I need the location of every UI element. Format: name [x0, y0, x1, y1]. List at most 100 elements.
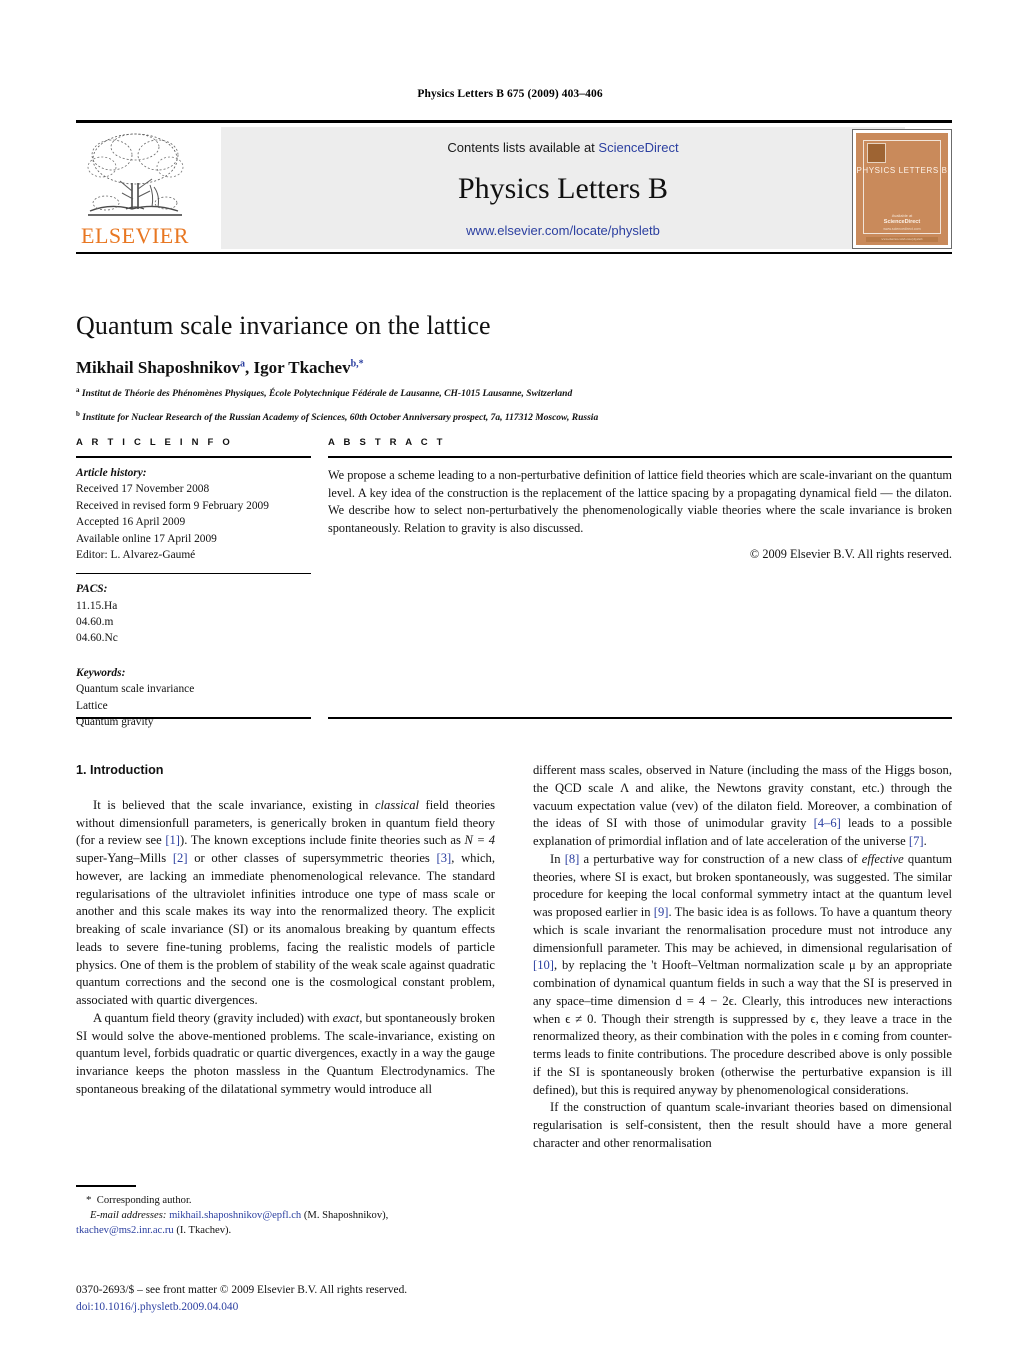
citation-ref[interactable]: [8]: [565, 852, 580, 866]
body-paragraph: If the construction of quantum scale-inv…: [533, 1099, 952, 1152]
sciencedirect-link[interactable]: ScienceDirect: [598, 140, 678, 155]
article-editor: Editor: L. Alvarez-Gaumé: [76, 549, 196, 562]
article-info-column: A R T I C L E I N F O Article history: R…: [76, 437, 311, 731]
text-run: or other classes of supersymmetric theor…: [187, 851, 437, 865]
affiliation-1: a Institut de Théorie des Phénomènes Phy…: [76, 385, 952, 402]
journal-name: Physics Letters B: [458, 171, 668, 205]
article-history-item: Accepted 16 April 2009: [76, 516, 186, 529]
citation-ref[interactable]: [10]: [533, 958, 554, 972]
body-paragraph: It is believed that the scale invariance…: [76, 797, 495, 1010]
citation-ref[interactable]: [1]: [165, 833, 180, 847]
text-run: , which, however, are lacking an immedia…: [76, 851, 495, 1007]
author-list: Mikhail Shaposhnikova, Igor Tkachevb,*: [76, 357, 364, 377]
article-info-bottom-rule: [76, 717, 311, 719]
body-column-left: 1. Introduction It is believed that the …: [76, 762, 495, 1099]
citation-ref[interactable]: [4–6]: [814, 816, 841, 830]
body-column-right: different mass scales, observed in Natur…: [533, 762, 952, 1153]
cover-foot-url: www.sciencedirect.com: [883, 226, 921, 231]
text-run-italic: classical: [374, 797, 420, 812]
text-run-italic: effective: [861, 851, 904, 866]
text-run: ). The known exceptions include finite t…: [180, 833, 465, 848]
text-run: If the construction of quantum scale-inv…: [533, 1100, 952, 1150]
cover-title: PHYSICS LETTERS B: [856, 165, 948, 175]
pacs-item: 04.60.Nc: [76, 632, 118, 645]
issn-frontmatter-line: 0370-2693/$ – see front matter © 2009 El…: [76, 1284, 408, 1296]
footnote-rule: [76, 1185, 136, 1187]
footnote-block: * Corresponding author. E-mail addresses…: [76, 1185, 495, 1238]
citation-ref[interactable]: [7]: [909, 834, 924, 848]
corresponding-author-note: * Corresponding author.: [76, 1193, 495, 1209]
article-info-rule: [76, 456, 311, 458]
cover-foot-available: Available at: [891, 212, 913, 218]
footnote-text: * Corresponding author. E-mail addresses…: [76, 1193, 495, 1239]
email-link-2[interactable]: tkachev@ms2.inr.ac.ru: [76, 1225, 174, 1236]
running-head: Physics Letters B 675 (2009) 403–406: [417, 88, 603, 100]
text-run: a perturbative way for construction of a…: [579, 851, 862, 866]
keywords-group: Keywords: Quantum scale invariance Latti…: [76, 665, 311, 731]
keyword-item: Lattice: [76, 699, 108, 712]
author-name-1: Mikhail Shaposhnikov: [76, 357, 240, 377]
affiliation-text-1: Institut de Théorie des Phénomènes Physi…: [81, 388, 573, 399]
article-history-group: Article history: Received 17 November 20…: [76, 465, 311, 564]
citation-ref[interactable]: [3]: [437, 851, 452, 865]
affiliation-2: b Institute for Nuclear Research of the …: [76, 409, 952, 426]
article-history-item: Received 17 November 2008: [76, 483, 210, 496]
masthead-top-rule: [76, 120, 952, 123]
text-run: super-Yang–Mills: [76, 851, 173, 865]
abstract-rule: [328, 456, 952, 458]
journal-banner: Contents lists available at ScienceDirec…: [221, 126, 905, 249]
pacs-label: PACS:: [76, 583, 108, 596]
text-run-italic: exact: [332, 1010, 360, 1025]
journal-cover-thumbnail[interactable]: PHYSICS LETTERS B Available at ScienceDi…: [852, 128, 952, 249]
cover-emblem-icon: [867, 142, 886, 163]
paper-title: Quantum scale invariance on the lattice: [76, 311, 491, 340]
article-history-label: Article history:: [76, 467, 147, 479]
elsevier-wordmark: ELSEVIER: [81, 222, 189, 248]
affiliation-text-2: Institute for Nuclear Research of the Ru…: [82, 412, 599, 423]
affiliation-mark-2: b: [76, 409, 80, 418]
contents-line: Contents lists available at ScienceDirec…: [221, 140, 905, 155]
abstract-text: We propose a scheme leading to a non-per…: [328, 468, 952, 536]
title-block: Quantum scale invariance on the lattice …: [76, 311, 952, 426]
email-addresses-label: E-mail addresses:: [90, 1210, 167, 1222]
email-line-1: E-mail addresses: mikhail.shaposhnikov@e…: [76, 1208, 495, 1223]
text-run: , by replacing the 't Hooft–Veltman norm…: [533, 958, 952, 1097]
text-run-math: N = 4: [464, 833, 495, 848]
email-owner-2: (I. Tkachev).: [176, 1225, 232, 1237]
keyword-item: Quantum scale invariance: [76, 683, 195, 696]
journal-masthead: ELSEVIER Contents lists available at Sci…: [76, 120, 952, 254]
elsevier-logo: ELSEVIER: [76, 127, 194, 249]
author-mark-2: b,*: [350, 357, 364, 369]
text-run: It is believed that the scale invariance…: [93, 797, 375, 812]
paper-page: Physics Letters B 675 (2009) 403–406 ELS…: [0, 0, 1020, 1351]
doi-link[interactable]: doi:10.1016/j.physletb.2009.04.040: [76, 1299, 536, 1316]
citation-ref[interactable]: [2]: [173, 851, 188, 865]
article-history-item: Available online 17 April 2009: [76, 532, 217, 545]
journal-url-link[interactable]: www.elsevier.com/locate/physletb: [221, 223, 905, 238]
article-history-item: Received in revised form 9 February 2009: [76, 499, 269, 512]
email-owner-1: (M. Shaposhnikov),: [303, 1210, 389, 1222]
email-link-1[interactable]: mikhail.shaposhnikov@epfl.ch: [169, 1210, 301, 1221]
cover-inner: PHYSICS LETTERS B Available at ScienceDi…: [856, 132, 948, 245]
cover-foot-sciencedirect: ScienceDirect: [883, 218, 921, 225]
text-run: In: [550, 851, 565, 866]
body-paragraph: In [8] a perturbative way for constructi…: [533, 851, 952, 1100]
pacs-group: PACS: 11.15.Ha 04.60.m 04.60.Nc: [76, 581, 311, 647]
keywords-label: Keywords:: [76, 666, 126, 679]
imprint-block: 0370-2693/$ – see front matter © 2009 El…: [76, 1282, 536, 1315]
pacs-item: 04.60.m: [76, 615, 114, 628]
abstract-heading: A B S T R A C T: [328, 437, 446, 448]
author-mark-1: a: [239, 357, 245, 369]
text-run: .: [923, 834, 927, 848]
author-name-2: Igor Tkachev: [253, 357, 351, 377]
affiliation-mark-1: a: [76, 385, 80, 394]
citation-ref[interactable]: [9]: [654, 905, 669, 919]
cover-bottom-bar: www.elsevier.com/locate/physletb: [866, 236, 938, 242]
masthead-bottom-rule: [76, 251, 952, 254]
elsevier-tree-icon: [87, 133, 184, 216]
body-paragraph: A quantum field theory (gravity included…: [76, 1010, 495, 1099]
body-paragraph: different mass scales, observed in Natur…: [533, 762, 952, 851]
asterisk-icon: *: [86, 1193, 92, 1206]
article-info-heading: A R T I C L E I N F O: [76, 437, 233, 448]
text-run: A quantum field theory (gravity included…: [93, 1010, 333, 1025]
